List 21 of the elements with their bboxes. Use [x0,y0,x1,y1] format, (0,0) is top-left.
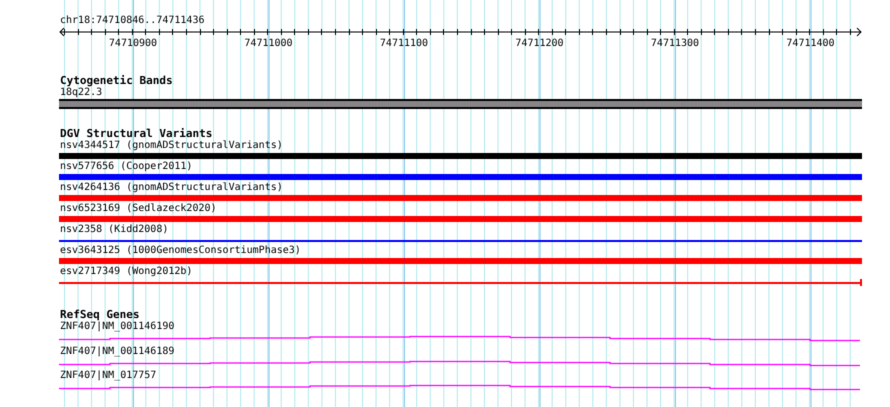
variant-label: nsv6523169 (Sedlazeck2020) [59,203,217,214]
variant-label: nsv577656 (Cooper2011) [59,161,192,172]
variant-label: esv3643125 (1000GenomesConsortiumPhase3) [59,245,301,256]
tick-label: 74711300 [650,38,700,49]
variant-label: esv2717349 (Wong2012b) [59,266,192,277]
tick-label: 74710900 [108,38,158,49]
tick-label: 74711400 [786,38,835,49]
variant-label: nsv4264136 (gnomADStructuralVariants) [59,182,283,193]
band-label: 18q22.3 [59,87,102,98]
variant-label: nsv2358 (Kidd2008) [59,224,168,235]
gene-label: ZNF407|NM_017757 [59,370,156,381]
track-title: DGV Structural Variants [59,128,212,140]
gene-label: ZNF407|NM_001146189 [59,346,174,356]
tick-label: 74711100 [380,38,428,49]
tick-label: 74711200 [515,38,564,49]
track-title: Cytogenetic Bands [59,75,173,87]
tick-label: 74711000 [244,38,293,49]
location-label: chr18:74710846..74711436 [59,15,204,27]
gene-label: ZNF407|NM_001146190 [59,321,174,332]
track-title: RefSeq Genes [59,309,140,321]
variant-label: nsv4344517 (gnomADStructuralVariants) [59,140,283,151]
